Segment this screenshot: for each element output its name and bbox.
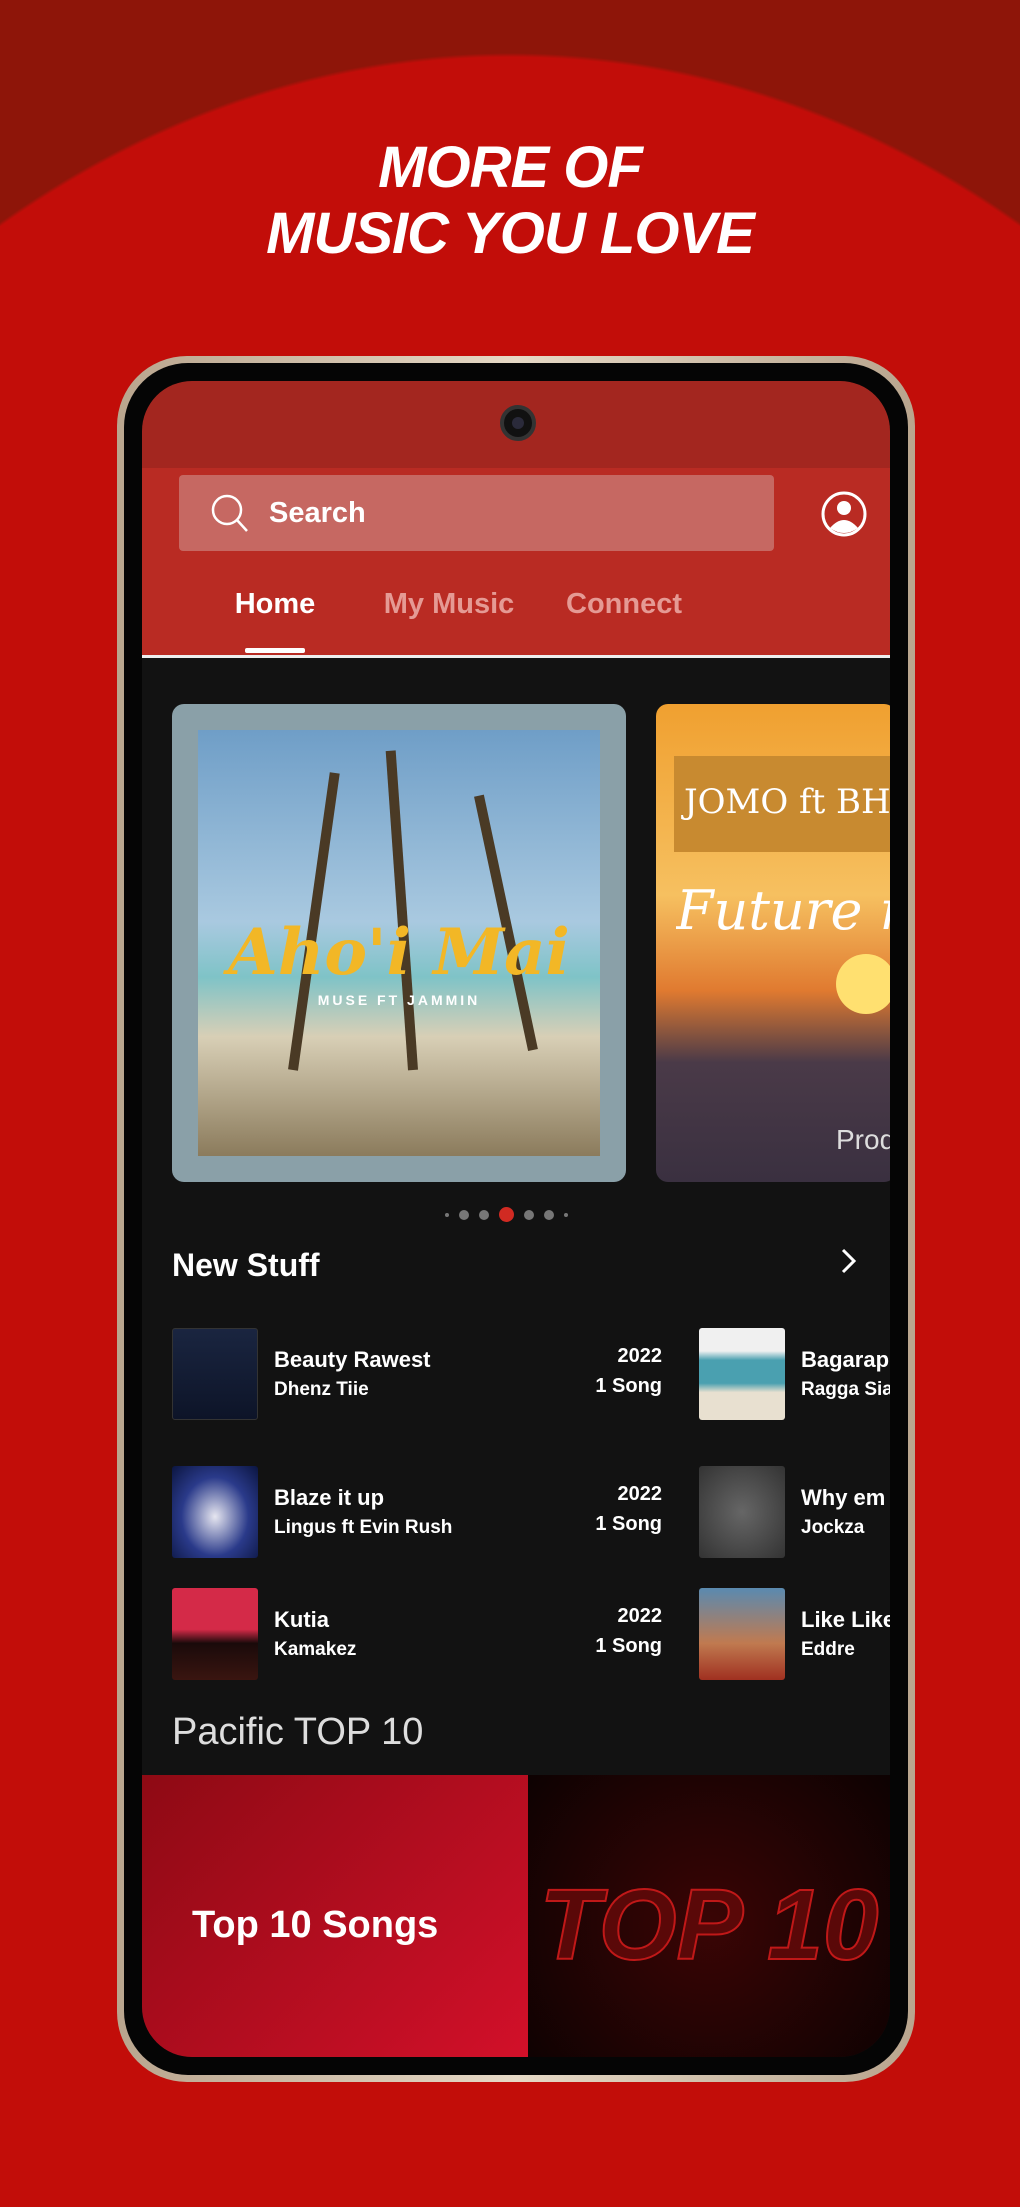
list-item[interactable]: Why em Jockza	[699, 1466, 885, 1558]
top10-art-text: TOP 10	[538, 1869, 879, 1981]
item-title: Beauty Rawest	[274, 1347, 431, 1372]
page-dot[interactable]	[523, 1209, 534, 1220]
album-thumbnail	[172, 1466, 258, 1558]
album-artist: MUSE FT JAMMIN	[317, 992, 481, 1008]
app-screen: Search Home My Music Connect Aho'i Mai M…	[142, 381, 890, 2057]
search-input[interactable]: Search	[179, 475, 774, 551]
list-item[interactable]: Like Like Eddre	[699, 1588, 890, 1680]
item-artist: Jockza	[801, 1517, 865, 1538]
album-thumbnail	[172, 1588, 258, 1680]
album-thumbnail	[172, 1328, 258, 1420]
item-meta: 2022 1 Song	[595, 1483, 662, 1535]
album-title: JOMO ft BHA	[674, 756, 890, 852]
promo-headline: MORE OF MUSIC YOU LOVE	[0, 135, 1020, 267]
search-icon	[211, 494, 248, 532]
item-title: Like Like	[801, 1607, 890, 1632]
item-artist: Eddre	[801, 1639, 855, 1660]
new-stuff-title: New Stuff	[172, 1247, 320, 1283]
list-item[interactable]: Kutia Kamakez	[172, 1588, 356, 1680]
tab-connect[interactable]: Connect	[566, 588, 682, 621]
promo-line-1: MORE OF	[378, 135, 643, 200]
item-artist: Lingus ft Evin Rush	[274, 1517, 453, 1538]
item-title: Blaze it up	[274, 1485, 385, 1510]
item-title: Why em	[801, 1485, 886, 1510]
top10-songs-label: Top 10 Songs	[142, 1775, 528, 2057]
item-artist: Ragga Siai	[801, 1379, 890, 1400]
promo-line-2: MUSIC YOU LOVE	[266, 201, 755, 266]
list-item[interactable]: Beauty Rawest Dhenz Tiie	[172, 1328, 431, 1420]
top10-art: TOP 10	[528, 1775, 890, 2057]
album-thumbnail	[699, 1466, 785, 1558]
pacific-top10-title: Pacific TOP 10	[172, 1711, 424, 1753]
album-art: Aho'i Mai MUSE FT JAMMIN	[198, 730, 600, 1156]
user-profile-icon[interactable]	[820, 490, 868, 538]
page-dot-active[interactable]	[498, 1207, 514, 1222]
page-dot[interactable]	[478, 1209, 489, 1220]
item-meta: 2022 1 Song	[595, 1605, 662, 1657]
tab-my-music[interactable]: My Music	[384, 588, 515, 621]
chevron-right-icon[interactable]	[838, 1246, 860, 1276]
search-placeholder: Search	[269, 496, 366, 529]
active-tab-indicator	[245, 648, 305, 653]
item-artist: Dhenz Tiie	[274, 1379, 369, 1400]
status-bar	[142, 381, 890, 468]
item-meta: 2022 1 Song	[595, 1345, 662, 1397]
album-title: Aho'i Mai	[228, 915, 570, 990]
list-item[interactable]: Blaze it up Lingus ft Evin Rush	[172, 1466, 452, 1558]
phone-frame: Search Home My Music Connect Aho'i Mai M…	[117, 356, 915, 2082]
album-thumbnail	[699, 1328, 785, 1420]
item-title: Kutia	[274, 1607, 329, 1632]
item-title: Bagarapi	[801, 1347, 890, 1372]
page-dot[interactable]	[543, 1209, 554, 1220]
page-dot[interactable]	[444, 1212, 449, 1217]
carousel-pagination	[142, 1207, 890, 1222]
album-subtitle: Future na	[676, 879, 890, 942]
carousel-card[interactable]: JOMO ft BHA Future na Prod	[656, 704, 890, 1182]
camera-icon	[500, 405, 536, 441]
album-thumbnail	[699, 1588, 785, 1680]
page-dot[interactable]	[563, 1212, 568, 1217]
top10-banner[interactable]: Top 10 Songs TOP 10	[142, 1775, 890, 2057]
tab-home[interactable]: Home	[235, 588, 316, 621]
item-artist: Kamakez	[274, 1639, 357, 1660]
list-item[interactable]: Bagarapi Ragga Siai	[699, 1328, 890, 1420]
album-credit: Prod	[836, 1124, 890, 1155]
carousel-card[interactable]: Aho'i Mai MUSE FT JAMMIN	[172, 704, 626, 1182]
sun-graphic	[836, 954, 890, 1014]
page-dot[interactable]	[458, 1209, 469, 1220]
app-header: Search Home My Music Connect	[142, 468, 890, 658]
